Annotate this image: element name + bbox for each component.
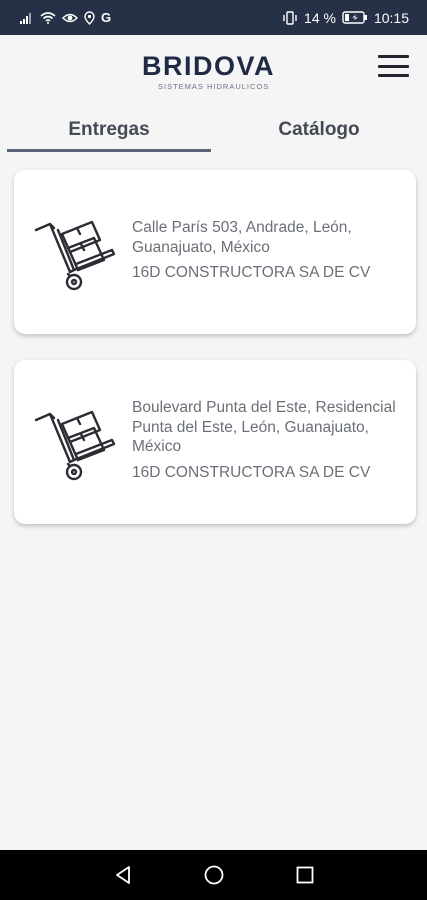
app-header: BRIDOVA SISTEMAS HIDRAULICOS — [0, 35, 427, 101]
status-left-icons: G — [20, 10, 111, 25]
delivery-card-text: Boulevard Punta del Este, Residencial Pu… — [132, 398, 402, 482]
delivery-company: 16D CONSTRUCTORA SA DE CV — [132, 463, 371, 481]
delivery-card-text: Calle París 503, Andrade, León, Guanajua… — [132, 218, 402, 283]
delivery-address: Calle París 503, Andrade, León, Guanajua… — [132, 219, 352, 256]
menu-bar-icon — [378, 64, 409, 68]
hand-truck-boxes-icon — [34, 404, 118, 484]
delivery-card[interactable]: Calle París 503, Andrade, León, Guanajua… — [14, 170, 416, 334]
logo-subtitle: SISTEMAS HIDRAULICOS — [158, 82, 270, 91]
status-bar: G 14 % 10:15 — [0, 0, 427, 35]
delivery-company: 16D CONSTRUCTORA SA DE CV — [132, 264, 371, 281]
vibrate-icon — [282, 10, 298, 25]
menu-bar-icon — [378, 74, 409, 77]
home-button[interactable] — [203, 864, 225, 886]
bridova-logo: BRIDOVA SISTEMAS HIDRAULICOS — [142, 52, 292, 92]
tab-indicator — [7, 149, 211, 152]
signal-icon — [20, 12, 34, 24]
delivery-card[interactable]: Boulevard Punta del Este, Residencial Pu… — [14, 360, 416, 524]
hand-truck-boxes-icon — [34, 214, 118, 294]
clock: 10:15 — [373, 9, 409, 26]
back-button[interactable] — [112, 864, 134, 886]
tab-bar: Entregas Catálogo — [0, 108, 427, 154]
logo-text: BRIDOVA — [142, 51, 276, 81]
location-icon — [84, 10, 95, 25]
tab-entregas[interactable]: Entregas — [8, 108, 210, 152]
battery-percent: 14 % — [304, 9, 336, 26]
eye-icon — [62, 12, 78, 24]
wifi-icon — [40, 11, 56, 24]
battery-icon — [342, 11, 368, 24]
status-right-icons: 14 % 10:15 — [282, 10, 409, 26]
tab-catalogo[interactable]: Catálogo — [218, 108, 420, 152]
hamburger-menu-button[interactable] — [378, 55, 410, 77]
system-nav-bar — [0, 850, 427, 900]
menu-bar-icon — [378, 55, 409, 58]
delivery-address: Boulevard Punta del Este, Residencial Pu… — [132, 399, 396, 455]
google-icon: G — [101, 10, 112, 25]
recents-button[interactable] — [294, 864, 316, 886]
